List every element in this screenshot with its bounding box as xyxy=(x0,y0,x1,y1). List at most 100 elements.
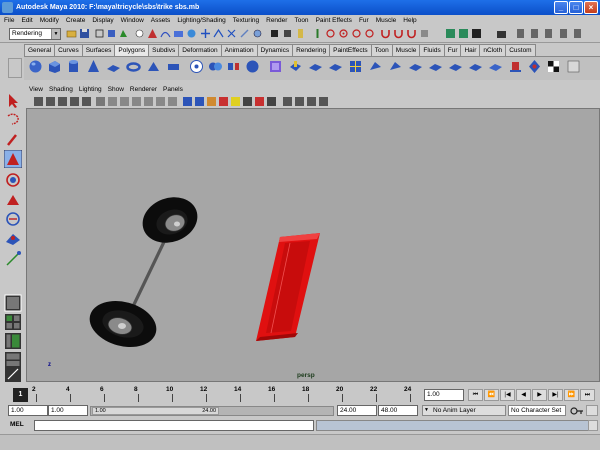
menu-paint-effects[interactable]: Paint Effects xyxy=(316,17,352,24)
bookmarks-icon[interactable] xyxy=(58,97,67,106)
menu-edit[interactable]: Edit xyxy=(21,17,32,24)
isolate-select-icon[interactable] xyxy=(283,97,292,106)
red-board[interactable] xyxy=(256,233,320,341)
combine-icon[interactable] xyxy=(208,59,223,74)
range-slider-handle[interactable]: 1.00 24.00 xyxy=(92,407,219,415)
construction-history-icon[interactable] xyxy=(295,28,306,39)
go-to-end-button[interactable]: ⏭ xyxy=(580,389,595,401)
save-icon[interactable] xyxy=(79,28,90,39)
step-forward-frame-button[interactable]: ⏩ xyxy=(564,389,579,401)
separate-icon[interactable] xyxy=(226,59,241,74)
cylindrical-mapping-icon[interactable] xyxy=(508,59,523,74)
current-time-field[interactable]: 1.00 xyxy=(424,389,464,401)
poly-sphere-icon[interactable] xyxy=(28,59,43,74)
render-view-icon[interactable] xyxy=(312,28,323,39)
playback-start-field[interactable]: 1.00 xyxy=(48,405,88,416)
perspective-viewport[interactable] xyxy=(26,108,600,382)
magnet-icon[interactable] xyxy=(380,28,391,39)
panel-menu-renderer[interactable]: Renderer xyxy=(130,85,157,94)
animation-start-field[interactable]: 1.00 xyxy=(8,405,48,416)
tab-polygons[interactable]: Polygons xyxy=(114,44,150,56)
menu-help[interactable]: Help xyxy=(403,17,416,24)
tab-painteffects[interactable]: PaintEffects xyxy=(329,44,372,56)
attribute-editor-icon[interactable] xyxy=(393,28,404,39)
safe-title-icon[interactable] xyxy=(168,97,177,106)
playback-end-field[interactable]: 24.00 xyxy=(337,405,377,416)
merge-icon[interactable] xyxy=(428,59,443,74)
bevel-icon[interactable] xyxy=(408,59,423,74)
grid-icon[interactable] xyxy=(96,97,105,106)
folder-open-icon[interactable] xyxy=(66,28,77,39)
safe-action-icon[interactable] xyxy=(156,97,165,106)
boolean-union-icon[interactable] xyxy=(245,59,260,74)
mel-label[interactable]: MEL xyxy=(10,421,24,428)
tab-rendering[interactable]: Rendering xyxy=(292,44,331,56)
character-set-field[interactable]: No Character Set xyxy=(508,405,566,416)
step-back-frame-button[interactable]: ⏪ xyxy=(484,389,499,401)
render-settings-icon[interactable] xyxy=(351,28,362,39)
layout-persp-outliner-icon[interactable] xyxy=(4,332,22,350)
menu-assets[interactable]: Assets xyxy=(151,17,171,24)
tab-deformation[interactable]: Deformation xyxy=(178,44,222,56)
tab-hair[interactable]: Hair xyxy=(460,44,481,56)
offset-edge-loop-icon[interactable] xyxy=(388,59,403,74)
insert-edge-loop-icon[interactable] xyxy=(368,59,383,74)
poly-pipe-icon[interactable] xyxy=(166,59,181,74)
ipr-render-icon[interactable] xyxy=(338,28,349,39)
select-by-surface-icon[interactable] xyxy=(173,28,184,39)
close-button[interactable]: × xyxy=(584,1,598,14)
snap-to-view-plane-icon[interactable] xyxy=(239,28,250,39)
rotate-tool-icon[interactable] xyxy=(4,171,22,189)
menu-texturing[interactable]: Texturing xyxy=(233,17,259,24)
layout-hypershade-icon[interactable] xyxy=(4,365,22,383)
show-hide-panel-icon[interactable] xyxy=(572,28,583,39)
extrude-icon[interactable] xyxy=(288,59,303,74)
menu-window[interactable]: Window xyxy=(121,17,144,24)
planar-mapping-icon[interactable] xyxy=(488,59,503,74)
wireframe-on-shaded-icon[interactable] xyxy=(207,97,216,106)
select-hierarchy-icon[interactable] xyxy=(94,28,105,39)
tab-custom[interactable]: Custom xyxy=(505,44,536,56)
panel-menu-panels[interactable]: Panels xyxy=(163,85,183,94)
output-connections-icon[interactable] xyxy=(282,28,293,39)
poly-torus-icon[interactable] xyxy=(126,59,141,74)
viewport-scene[interactable] xyxy=(27,109,600,383)
current-frame-marker[interactable]: 1 xyxy=(13,388,28,402)
smooth-icon[interactable] xyxy=(268,59,283,74)
make-live-icon[interactable] xyxy=(252,28,263,39)
wheel-upper[interactable] xyxy=(136,190,204,250)
tab-toon[interactable]: Toon xyxy=(370,44,393,56)
play-forwards-button[interactable]: ▶ xyxy=(532,389,547,401)
shadows-icon[interactable] xyxy=(243,97,252,106)
anim-layer-dropdown[interactable]: ▼ No Anim Layer xyxy=(422,405,506,416)
wheel-lower[interactable] xyxy=(84,294,161,354)
poly-plane-icon[interactable] xyxy=(106,59,121,74)
animation-end-field[interactable]: 48.00 xyxy=(378,405,418,416)
uv-texture-editor-icon[interactable] xyxy=(566,59,581,74)
tab-ncloth[interactable]: nCloth xyxy=(479,44,507,56)
layout-single-pane-icon[interactable] xyxy=(4,294,22,312)
wedge-face-icon[interactable] xyxy=(448,59,463,74)
poly-cone-icon[interactable] xyxy=(86,59,101,74)
time-slider[interactable] xyxy=(12,384,424,403)
tab-fluids[interactable]: Fluids xyxy=(419,44,445,56)
menu-set-select[interactable]: Rendering ▼ xyxy=(9,28,61,40)
camera-attributes-icon[interactable] xyxy=(46,97,55,106)
smooth-shade-icon[interactable] xyxy=(195,97,204,106)
command-input[interactable] xyxy=(34,420,314,431)
split-polygon-icon[interactable] xyxy=(348,59,363,74)
show-script-editor-icon[interactable] xyxy=(558,28,569,39)
tab-animation[interactable]: Animation xyxy=(220,44,258,56)
poly-prism-icon[interactable] xyxy=(146,59,161,74)
high-quality-icon[interactable] xyxy=(319,97,328,106)
show-tool-settings-icon[interactable] xyxy=(458,28,469,39)
menu-muscle[interactable]: Muscle xyxy=(376,17,397,24)
textured-icon[interactable] xyxy=(219,97,228,106)
paint-select-tool-icon[interactable] xyxy=(4,131,22,149)
universal-manipulator-icon[interactable] xyxy=(4,210,22,228)
show-channel-box-icon[interactable] xyxy=(471,28,482,39)
panel-menu-shading[interactable]: Shading xyxy=(49,85,73,94)
soft-modification-tool-icon[interactable] xyxy=(4,230,22,248)
menu-modify[interactable]: Modify xyxy=(40,17,59,24)
menu-render[interactable]: Render xyxy=(266,17,287,24)
